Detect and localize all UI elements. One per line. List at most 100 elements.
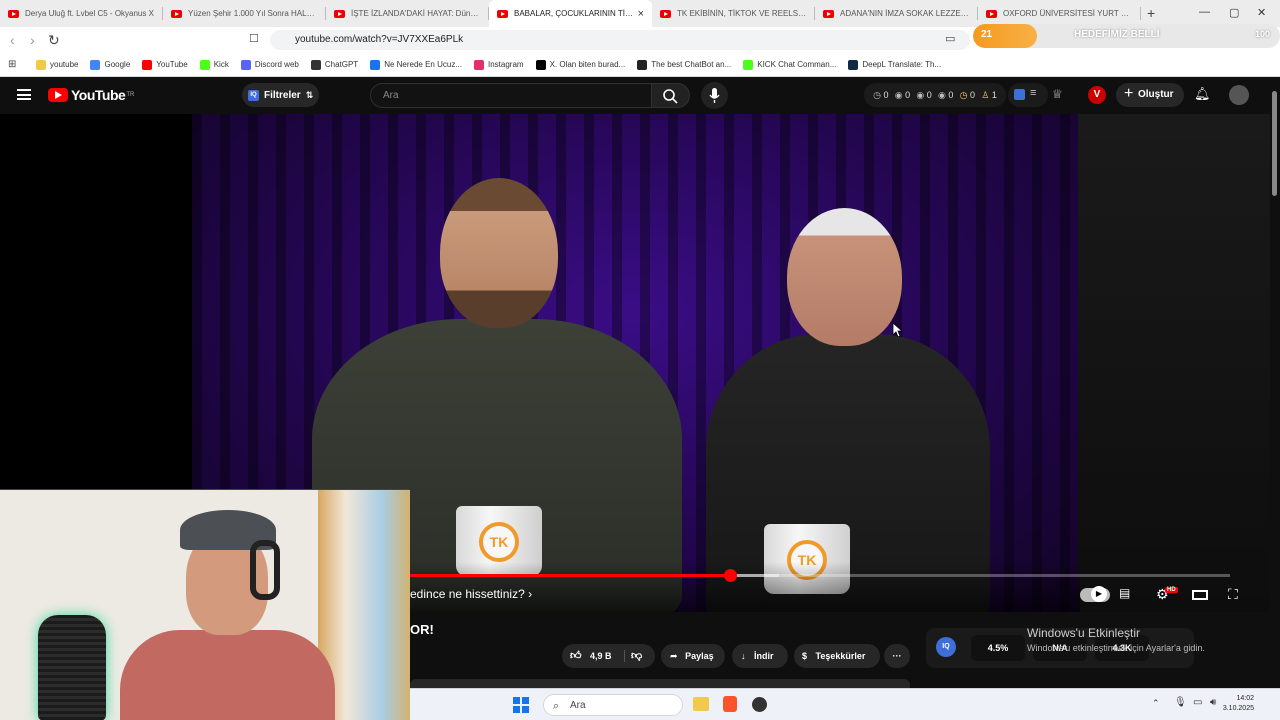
like-dislike-group: 👍︎ 4,9 B 👎︎ — [562, 644, 655, 668]
reload-icon[interactable]: ↻ — [48, 32, 60, 49]
create-button[interactable]: Oluştur — [1116, 82, 1184, 107]
minimize-button[interactable]: — — [1199, 6, 1210, 18]
filters-button[interactable]: IQ Filtreler ⇅ — [242, 83, 319, 107]
bookmark-item[interactable]: X. Olan biten burad... — [535, 59, 626, 70]
app-icon[interactable] — [752, 697, 767, 712]
bookmark-label: KICK Chat Comman... — [757, 60, 837, 69]
browser-tab[interactable]: TK EKİBİNİN, TİKTOK VE REELS VİDEO — [652, 0, 815, 27]
thumbs-up-icon[interactable]: 👍︎ — [570, 650, 582, 662]
download-button[interactable]: ↓ İndir — [732, 644, 788, 668]
bookmark-item[interactable]: Ne Nerede En Ucuz... — [370, 59, 462, 70]
chapter-title[interactable]: edince ne hissettiniz? › — [410, 587, 532, 601]
youtube-favicon-icon — [334, 9, 345, 18]
system-clock[interactable]: 14:02 3.10.2025 — [1223, 694, 1254, 714]
back-icon[interactable]: ‹ — [10, 32, 15, 48]
youtube-favicon-icon — [660, 9, 671, 18]
hamburger-menu-icon[interactable] — [17, 89, 31, 100]
browser-tab[interactable]: Yüzen Şehir 1.000 Yıl Sonra HALA N — [163, 0, 326, 27]
headphones — [250, 540, 280, 600]
share-button[interactable]: ➦ Paylaş — [661, 644, 725, 668]
browser-tab[interactable]: OXFORD ÜNİVERSİTESİ YURT ODASI — [978, 0, 1141, 27]
network-icon[interactable]: ▭ — [1193, 697, 1202, 708]
tray-chevron-icon[interactable]: ⌃ — [1152, 698, 1160, 709]
subtitles-icon[interactable]: ▤ — [1119, 586, 1130, 600]
avatar[interactable] — [1229, 85, 1249, 105]
extension-badge: IQ — [936, 637, 956, 657]
windows-activation-title: Windows'u Etkinleştir — [1027, 626, 1140, 640]
scrubber-handle[interactable] — [723, 569, 737, 582]
bookmark-item[interactable]: ChatGPT — [310, 59, 358, 70]
progress-bar[interactable] — [410, 569, 1230, 582]
discord-icon — [240, 59, 251, 70]
description-box[interactable] — [410, 679, 910, 688]
apps-grid-icon[interactable]: ⊞ — [8, 59, 16, 70]
browser-tab[interactable]: ADANA'NIN İMZA SOKAK LEZZETLER — [815, 0, 978, 27]
trophy-icon[interactable]: ♕ — [1052, 87, 1063, 101]
bookmark-item[interactable]: youtube — [36, 59, 78, 70]
stat-value: 0 — [969, 89, 975, 100]
youtube-logo[interactable]: YouTube TR — [48, 87, 134, 103]
browser-tab-strip: Derya Uluğ ft. Lvbel C5 - Okyanus X Yüzen… — [0, 0, 1280, 27]
microphone-tray-icon[interactable]: 🎙︎ — [1174, 697, 1187, 708]
stat-icon: ♙ — [981, 89, 992, 100]
download-icon: ↓ — [741, 651, 746, 661]
more-actions-button[interactable]: ··· — [884, 644, 910, 668]
url-field[interactable]: youtube.com/watch?v=JV7XXEa6PLk — [270, 30, 970, 50]
close-window-button[interactable]: ✕ — [1257, 6, 1266, 19]
bookmark-item[interactable]: Google — [90, 59, 130, 70]
new-tab-button[interactable]: + — [1147, 0, 1155, 27]
forward-icon[interactable]: › — [30, 32, 35, 48]
x-icon — [535, 59, 546, 70]
browser-tab[interactable]: İŞTE İZLANDA'DAKİ HAYAT: Dünyanı — [326, 0, 489, 27]
browser-tab[interactable]: Derya Uluğ ft. Lvbel C5 - Okyanus X — [0, 0, 163, 27]
bookmark-label: Kick — [213, 60, 229, 69]
taskbar-search[interactable]: ⌕ Ara — [543, 694, 683, 716]
volume-icon[interactable]: 🔊︎ — [1210, 697, 1216, 708]
bookmark-item[interactable]: The best ChatBot an... — [637, 59, 731, 70]
extension-buttons[interactable]: ≡ — [1008, 83, 1048, 107]
bookmark-item[interactable]: DeepL Translate: Th... — [848, 59, 942, 70]
youtube-favicon-icon — [986, 9, 997, 18]
bookmark-item[interactable]: Instagram — [474, 59, 524, 70]
bookmark-item[interactable]: Kick — [199, 59, 229, 70]
youtube-play-icon — [48, 88, 68, 102]
bookmark-item[interactable]: KICK Chat Comman... — [743, 59, 837, 70]
theater-mode-icon[interactable] — [1192, 590, 1208, 600]
kick-icon — [199, 59, 210, 70]
brave-browser-icon[interactable] — [723, 696, 737, 712]
stat-value: 1 — [991, 89, 997, 100]
stat-item: ◉ 0 — [938, 90, 953, 101]
windows-start-icon[interactable] — [513, 697, 529, 713]
scrollbar-thumb[interactable] — [1272, 91, 1277, 196]
bookmark-item[interactable]: YouTube — [142, 59, 188, 70]
bookmark-label: X. Olan biten burad... — [549, 60, 626, 69]
search-button[interactable] — [651, 83, 690, 108]
voice-search-button[interactable] — [701, 82, 728, 109]
like-count[interactable]: 4,9 B — [590, 651, 612, 661]
thumbs-down-icon[interactable]: 👎︎ — [624, 650, 643, 662]
bookmark-label: YouTube — [156, 60, 188, 69]
file-explorer-icon[interactable] — [693, 697, 709, 711]
youtube-header: YouTube TR IQ Filtreler ⇅ Ara ◷ 0 ◉ 0 ◉ 0 ◉… — [0, 77, 1280, 114]
bookmark-item[interactable]: Discord web — [240, 59, 299, 70]
webcam-overlay — [0, 489, 410, 720]
bookmark-icon[interactable]: ☐ — [249, 32, 259, 45]
cast-icon[interactable]: ▭ — [945, 32, 955, 45]
maximize-button[interactable]: ▢ — [1229, 6, 1239, 19]
page-scrollbar[interactable] — [1270, 77, 1280, 688]
bookmark-label: DeepL Translate: Th... — [862, 60, 942, 69]
fullscreen-icon[interactable]: ⛶ — [1228, 586, 1238, 603]
thanks-button[interactable]: $ Teşekkürler — [794, 644, 880, 668]
youtube-favicon-icon — [8, 9, 19, 18]
person-left-head — [440, 178, 558, 328]
close-tab-icon[interactable]: × — [634, 8, 644, 20]
youtube-favicon-icon — [823, 9, 834, 18]
kick-icon — [743, 59, 754, 70]
notifications-bell-icon[interactable]: 🔔︎ — [1194, 86, 1211, 102]
sliders-icon: ⇅ — [305, 89, 314, 100]
channel-badge[interactable]: V — [1088, 86, 1106, 104]
browser-tab[interactable]: BABALAR, ÇOCUKLARININ TİKTO × — [489, 0, 652, 27]
goal-count: 21 — [981, 29, 993, 40]
bookmark-label: Discord web — [254, 60, 299, 69]
search-input[interactable]: Ara — [370, 83, 651, 108]
